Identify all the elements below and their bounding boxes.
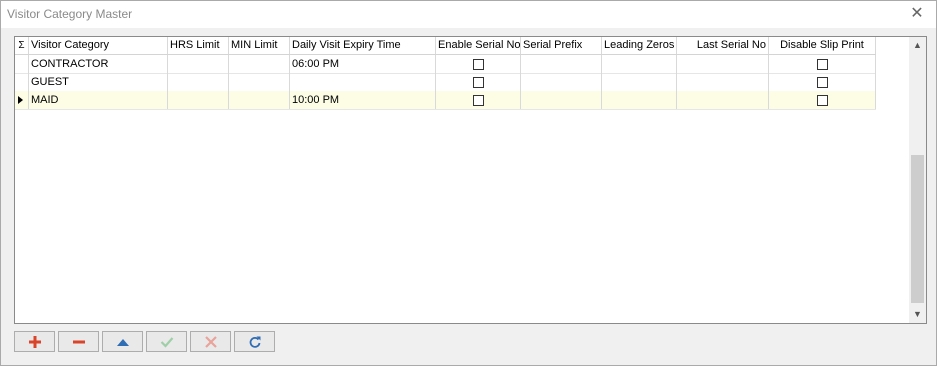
- enable-serial-no-cell[interactable]: [436, 91, 521, 109]
- column-min-limit[interactable]: MIN Limit: [229, 37, 290, 54]
- scroll-thumb[interactable]: [911, 155, 924, 303]
- visitor-category-grid[interactable]: Σ Visitor Category HRS Limit MIN Limit Daily…: [14, 36, 927, 324]
- min-limit-cell[interactable]: [229, 73, 290, 91]
- column-disable-slip-print[interactable]: Disable Slip Print: [769, 37, 876, 54]
- checkbox[interactable]: [472, 95, 484, 106]
- current-row-icon: [18, 96, 23, 104]
- column-last-serial-no[interactable]: Last Serial No: [677, 37, 769, 54]
- scroll-down-icon[interactable]: ▼: [909, 306, 926, 323]
- row-indicator[interactable]: [15, 91, 29, 109]
- cancel-button[interactable]: [190, 331, 231, 352]
- move-up-button[interactable]: [102, 331, 143, 352]
- vertical-scrollbar[interactable]: ▲ ▼: [909, 37, 926, 323]
- leading-zeros-cell[interactable]: [602, 55, 677, 73]
- enable-serial-no-cell[interactable]: [436, 55, 521, 73]
- hrs-limit-cell[interactable]: [168, 91, 229, 109]
- serial-prefix-cell[interactable]: [521, 91, 602, 109]
- checkbox[interactable]: [472, 59, 484, 70]
- checkbox[interactable]: [816, 95, 828, 106]
- close-icon[interactable]: ✕: [908, 5, 926, 23]
- checkbox[interactable]: [816, 77, 828, 88]
- disable-slip-print-cell[interactable]: [769, 91, 876, 109]
- enable-serial-no-cell[interactable]: [436, 73, 521, 91]
- min-limit-cell[interactable]: [229, 91, 290, 109]
- visitor-category-cell[interactable]: GUEST: [29, 73, 168, 91]
- save-button[interactable]: [146, 331, 187, 352]
- hrs-limit-cell[interactable]: [168, 55, 229, 73]
- column-serial-prefix[interactable]: Serial Prefix: [521, 37, 602, 54]
- checkbox[interactable]: [472, 77, 484, 88]
- visitor-category-window: Visitor Category Master ✕ Σ Visitor Categ…: [0, 0, 937, 366]
- row-indicator[interactable]: [15, 73, 29, 91]
- checkbox[interactable]: [816, 59, 828, 70]
- column-daily-visit-expiry[interactable]: Daily Visit Expiry Time: [290, 37, 436, 54]
- leading-zeros-cell[interactable]: [602, 91, 677, 109]
- table-row[interactable]: CONTRACTOR 06:00 PM: [15, 55, 876, 74]
- add-button[interactable]: [14, 331, 55, 352]
- delete-button[interactable]: [58, 331, 99, 352]
- daily-visit-expiry-cell[interactable]: 10:00 PM: [290, 91, 436, 109]
- column-hrs-limit[interactable]: HRS Limit: [168, 37, 229, 54]
- refresh-button[interactable]: [234, 331, 275, 352]
- disable-slip-print-cell[interactable]: [769, 73, 876, 91]
- last-serial-no-cell[interactable]: [677, 73, 769, 91]
- table-row[interactable]: MAID 10:00 PM: [15, 91, 876, 110]
- leading-zeros-cell[interactable]: [602, 73, 677, 91]
- column-enable-serial-no[interactable]: Enable Serial No: [436, 37, 521, 54]
- column-visitor-category[interactable]: Visitor Category: [29, 37, 168, 54]
- last-serial-no-cell[interactable]: [677, 55, 769, 73]
- hrs-limit-cell[interactable]: [168, 73, 229, 91]
- grid-header: Σ Visitor Category HRS Limit MIN Limit Daily…: [15, 37, 876, 55]
- window-title: Visitor Category Master: [7, 7, 133, 21]
- serial-prefix-cell[interactable]: [521, 73, 602, 91]
- scroll-up-icon[interactable]: ▲: [909, 37, 926, 54]
- last-serial-no-cell[interactable]: [677, 91, 769, 109]
- table-row[interactable]: GUEST: [15, 73, 876, 92]
- row-indicator-header[interactable]: Σ: [15, 37, 29, 54]
- min-limit-cell[interactable]: [229, 55, 290, 73]
- serial-prefix-cell[interactable]: [521, 55, 602, 73]
- row-indicator[interactable]: [15, 55, 29, 73]
- visitor-category-cell[interactable]: CONTRACTOR: [29, 55, 168, 73]
- visitor-category-cell[interactable]: MAID: [29, 91, 168, 109]
- column-leading-zeros[interactable]: Leading Zeros: [602, 37, 677, 54]
- daily-visit-expiry-cell[interactable]: 06:00 PM: [290, 55, 436, 73]
- disable-slip-print-cell[interactable]: [769, 55, 876, 73]
- title-bar: Visitor Category Master ✕: [1, 1, 936, 28]
- daily-visit-expiry-cell[interactable]: [290, 73, 436, 91]
